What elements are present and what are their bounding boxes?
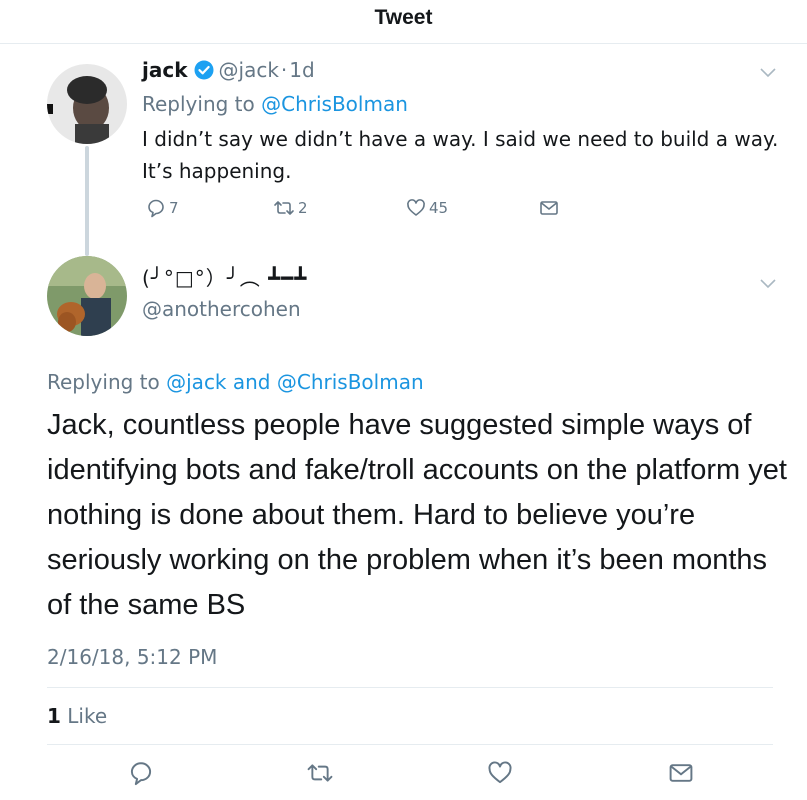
page-title: Tweet — [374, 5, 433, 29]
avatar-anothercohen[interactable] — [47, 256, 127, 336]
heart-icon — [407, 199, 425, 216]
direct-message-button[interactable] — [539, 198, 559, 218]
retweet-icon — [274, 201, 294, 215]
retweet-button[interactable] — [306, 760, 334, 786]
envelope-icon — [669, 764, 693, 782]
replying-to-line: Replying to @jack and @ChrisBolman — [47, 370, 424, 394]
heart-icon — [488, 761, 512, 784]
likes-count: 1 — [47, 704, 61, 728]
chevron-down-icon — [760, 279, 776, 289]
author-handle[interactable]: @jack — [219, 58, 279, 82]
author-name[interactable]: jack — [142, 58, 188, 82]
separator-dot: · — [280, 58, 288, 82]
like-count: 45 — [429, 199, 449, 217]
tweet-text: I didn’t say we didn’t have a way. I sai… — [142, 127, 779, 183]
tweet-text: Jack, countless people have suggested si… — [47, 409, 787, 621]
divider — [47, 687, 773, 688]
likes-summary[interactable]: 1 Like — [47, 704, 107, 728]
page-header: Tweet — [0, 0, 807, 44]
retweet-count: 2 — [298, 199, 308, 217]
tweet-options-caret[interactable] — [757, 62, 779, 84]
reply-count: 7 — [169, 199, 179, 217]
replying-to-line: Replying to @ChrisBolman — [142, 92, 408, 116]
retweet-icon — [307, 764, 333, 782]
reply-icon — [130, 762, 152, 786]
replying-to-and: and — [232, 370, 271, 394]
author-name[interactable]: (╯°□°）╯︵ ┻━┻ — [142, 262, 307, 291]
tweet-timestamp[interactable]: 2/16/18, 5:12 PM — [47, 645, 217, 669]
direct-message-button[interactable] — [668, 760, 694, 786]
likes-label: Like — [67, 704, 108, 728]
retweet-button[interactable]: 2 — [273, 198, 308, 218]
author-handle[interactable]: @anothercohen — [142, 297, 301, 321]
avatar-jack[interactable] — [47, 64, 127, 144]
tweet-author-row: jack @jack · 1d — [142, 58, 315, 82]
envelope-icon — [540, 201, 558, 215]
replying-to-link[interactable]: @jack — [166, 370, 226, 394]
replying-to-link[interactable]: @ChrisBolman — [277, 370, 424, 394]
like-button[interactable]: 45 — [406, 198, 448, 218]
verified-badge-icon — [194, 60, 214, 80]
reply-button[interactable] — [128, 760, 154, 786]
tweet-actions: 7 2 45 — [0, 198, 807, 224]
replying-to-label: Replying to — [47, 370, 160, 394]
like-button[interactable] — [487, 760, 513, 786]
tweet-options-caret[interactable] — [757, 273, 779, 295]
replying-to-link[interactable]: @ChrisBolman — [261, 92, 408, 116]
divider — [47, 744, 773, 745]
reply-icon — [148, 199, 164, 218]
reply-button[interactable]: 7 — [146, 198, 179, 218]
chevron-down-icon — [760, 68, 776, 78]
tweet-time[interactable]: 1d — [289, 58, 314, 82]
replying-to-label: Replying to — [142, 92, 255, 116]
